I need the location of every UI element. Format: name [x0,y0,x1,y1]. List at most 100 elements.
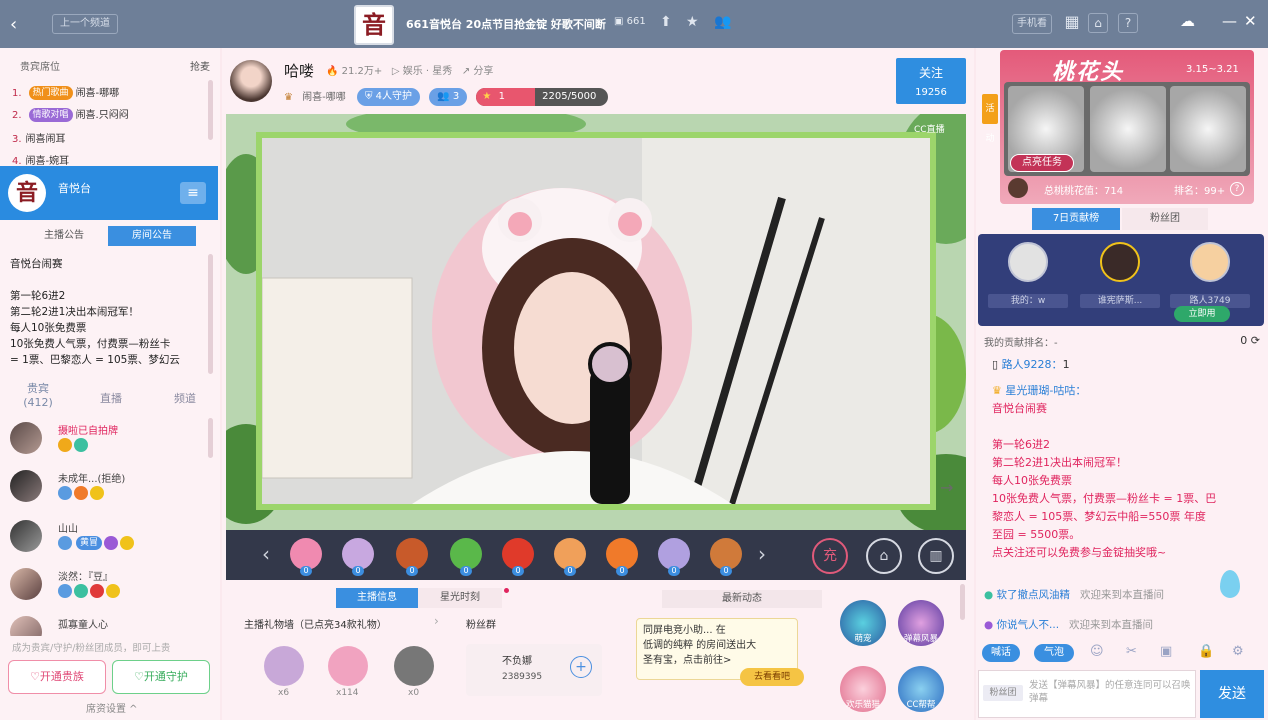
gift-item[interactable]: 0 [392,536,432,576]
image-icon[interactable]: ▣ [1160,644,1172,659]
settings-icon[interactable]: ⚙ [1232,644,1244,659]
close-icon[interactable]: ✕ [1244,12,1257,30]
tab-live[interactable]: 直播 [86,390,136,406]
event-banner[interactable]: 桃花头 3.15~3.21 点亮任务 总桃桃花值：714 排名：99+ ? [1000,50,1254,204]
activity-side-tag[interactable]: 活动 [982,94,998,144]
gift-item[interactable]: 0 [446,536,486,576]
tab-room-notice[interactable]: 房间公告 [108,226,196,246]
help-icon[interactable]: ? [1230,182,1244,196]
tab-fan-group[interactable]: 粉丝团 [1122,208,1208,230]
chevron-right-icon[interactable]: › [434,614,439,628]
open-vip-button[interactable]: ♡开通贵族 [8,660,106,694]
rank-user[interactable]: 谁宪萨斯... [1080,242,1160,312]
badge-icon [58,584,72,598]
avatar [10,520,42,552]
arrow-right-icon[interactable]: → [940,478,953,497]
tab-vip[interactable]: 贵宾 (412) [14,382,62,410]
bag-icon[interactable]: ⌂ [1088,13,1108,33]
fan-group-card[interactable]: 不负娜 2389395 + [466,644,602,696]
fun-cat-button[interactable]: 欢乐猫猫 [840,666,886,712]
gift-item[interactable]: 0 [602,536,642,576]
water-drop-icon[interactable] [1220,570,1240,598]
send-button[interactable]: 发送 [1200,670,1264,718]
level-progress: ★ 1 2205/5000 [476,88,609,106]
gift-wall-item[interactable] [328,646,368,686]
gift-wall-item[interactable] [264,646,304,686]
fun-barrage-button[interactable]: 弹幕风暴 [898,600,944,646]
rank-item[interactable]: 2. 情歌对唱 闹喜.只闷闷 [12,106,212,128]
guard-pill[interactable]: ⛨ 4人守护 [356,88,421,106]
gift-wall-item[interactable] [394,646,434,686]
menu-icon[interactable]: ≡ [180,182,206,204]
rank-user[interactable]: 路人3749 [1170,242,1250,312]
tab-7day-rank[interactable]: 7日贡献榜 [1032,208,1120,230]
tab-anchor-notice[interactable]: 主播公告 [22,226,106,246]
fun-help-button[interactable]: CC帮帮 [898,666,944,712]
rank-scrollbar[interactable] [208,80,213,140]
charge-icon[interactable]: 充 [812,538,848,574]
chat-input[interactable]: 粉丝团 发送【弹幕风暴】的任意连同可以召唤弹幕 [978,670,1196,718]
badge-icon [120,536,135,550]
shout-button[interactable]: 喊话 [982,644,1020,662]
gift-item[interactable]: 0 [498,536,538,576]
user-row[interactable]: 孤寡童人心 [10,616,210,636]
bubble-button[interactable]: 气泡 [1034,644,1074,662]
open-guard-button[interactable]: ♡开通守护 [112,660,210,694]
announcement-scrollbar[interactable] [208,254,213,374]
gift-item[interactable]: 0 [706,536,746,576]
seat-settings-link[interactable]: 席资设置 ^ [86,700,138,715]
refresh-icon[interactable]: ⟳ [1251,334,1260,347]
user-row[interactable]: 摄啦已自拍牌 [10,422,210,470]
emoji-icon[interactable]: ☺ [1090,644,1104,659]
minimize-icon[interactable]: — [1222,12,1237,30]
grab-mic-button[interactable]: 抢麦 [190,58,210,73]
gift-prev-icon[interactable]: ‹ [262,542,270,566]
video-content [256,132,936,510]
rank-up-button[interactable]: 立即用 [1174,306,1230,322]
gift-item[interactable]: 0 [550,536,590,576]
rank-item[interactable]: 4. 闹喜-婉耳 [12,152,212,166]
gift-item[interactable]: 0 [286,536,326,576]
video-player[interactable]: CC直播 → [226,114,966,530]
lock-icon[interactable]: 🔒 [1198,644,1214,659]
fun-pet-button[interactable]: 萌宠 [840,600,886,646]
user-row[interactable]: 未成年...(拒绝) [10,470,210,518]
news-tag-button[interactable]: 去看看吧 [740,668,804,686]
back-icon[interactable]: ‹ [10,14,17,35]
rank-item[interactable]: 1. 热门歌曲 闹喜-哪哪 [12,84,212,106]
help-icon[interactable]: ? [1118,13,1138,33]
phone-watch-button[interactable]: 手机看 [1012,14,1052,34]
gift-item[interactable]: 0 [338,536,378,576]
user-row[interactable]: 山山 黄冒 [10,520,210,568]
chat-list: ▯ 路人9228：1 ♛ 星光珊瑚-咕咕： 音悦台闹赛 第一轮6进2 第二轮2进… [984,356,1260,562]
event-task-button[interactable]: 点亮任务 [1010,154,1074,172]
fans-pill[interactable]: 👥 3 [429,88,468,106]
star-icon[interactable]: ★ [686,14,699,30]
gift-next-icon[interactable]: › [758,542,766,566]
upload-icon[interactable]: ⬆ [660,14,672,30]
tab-channel[interactable]: 频道 [160,390,210,406]
prev-channel-button[interactable]: 上一个频道 [52,14,118,34]
event-card[interactable] [1170,86,1246,172]
tab-anchor-info[interactable]: 主播信息 [336,588,418,608]
event-card[interactable] [1090,86,1166,172]
rank-user[interactable]: 我的：w [988,242,1068,312]
cloud-icon: ☁ [1180,12,1195,30]
scissors-icon[interactable]: ✂ [1126,644,1137,659]
app-logo: 音 [8,174,46,212]
add-fan-group-icon[interactable]: + [570,656,592,678]
group-icon[interactable]: 👥 [714,14,731,30]
gift-item[interactable]: 0 [654,536,694,576]
app-card[interactable]: 音 音悦台 ≡ [0,166,218,220]
rank-item[interactable]: 3. 闹喜闹耳 [12,130,212,152]
anchor-avatar[interactable] [230,60,272,102]
share-icon[interactable]: ↗ [462,66,470,77]
center-scrollbar[interactable] [960,584,965,620]
user-scrollbar[interactable] [208,418,213,458]
tab-star-moment[interactable]: 星光时刻 [418,588,502,608]
follow-button[interactable]: 关注 19256 [896,58,966,104]
bag-icon[interactable]: ⌂ [866,538,902,574]
grid-icon[interactable]: ▦ [1062,13,1082,33]
gift-box-icon[interactable]: ▥ [918,538,954,574]
user-row[interactable]: 淡然：『豆』 [10,568,210,616]
